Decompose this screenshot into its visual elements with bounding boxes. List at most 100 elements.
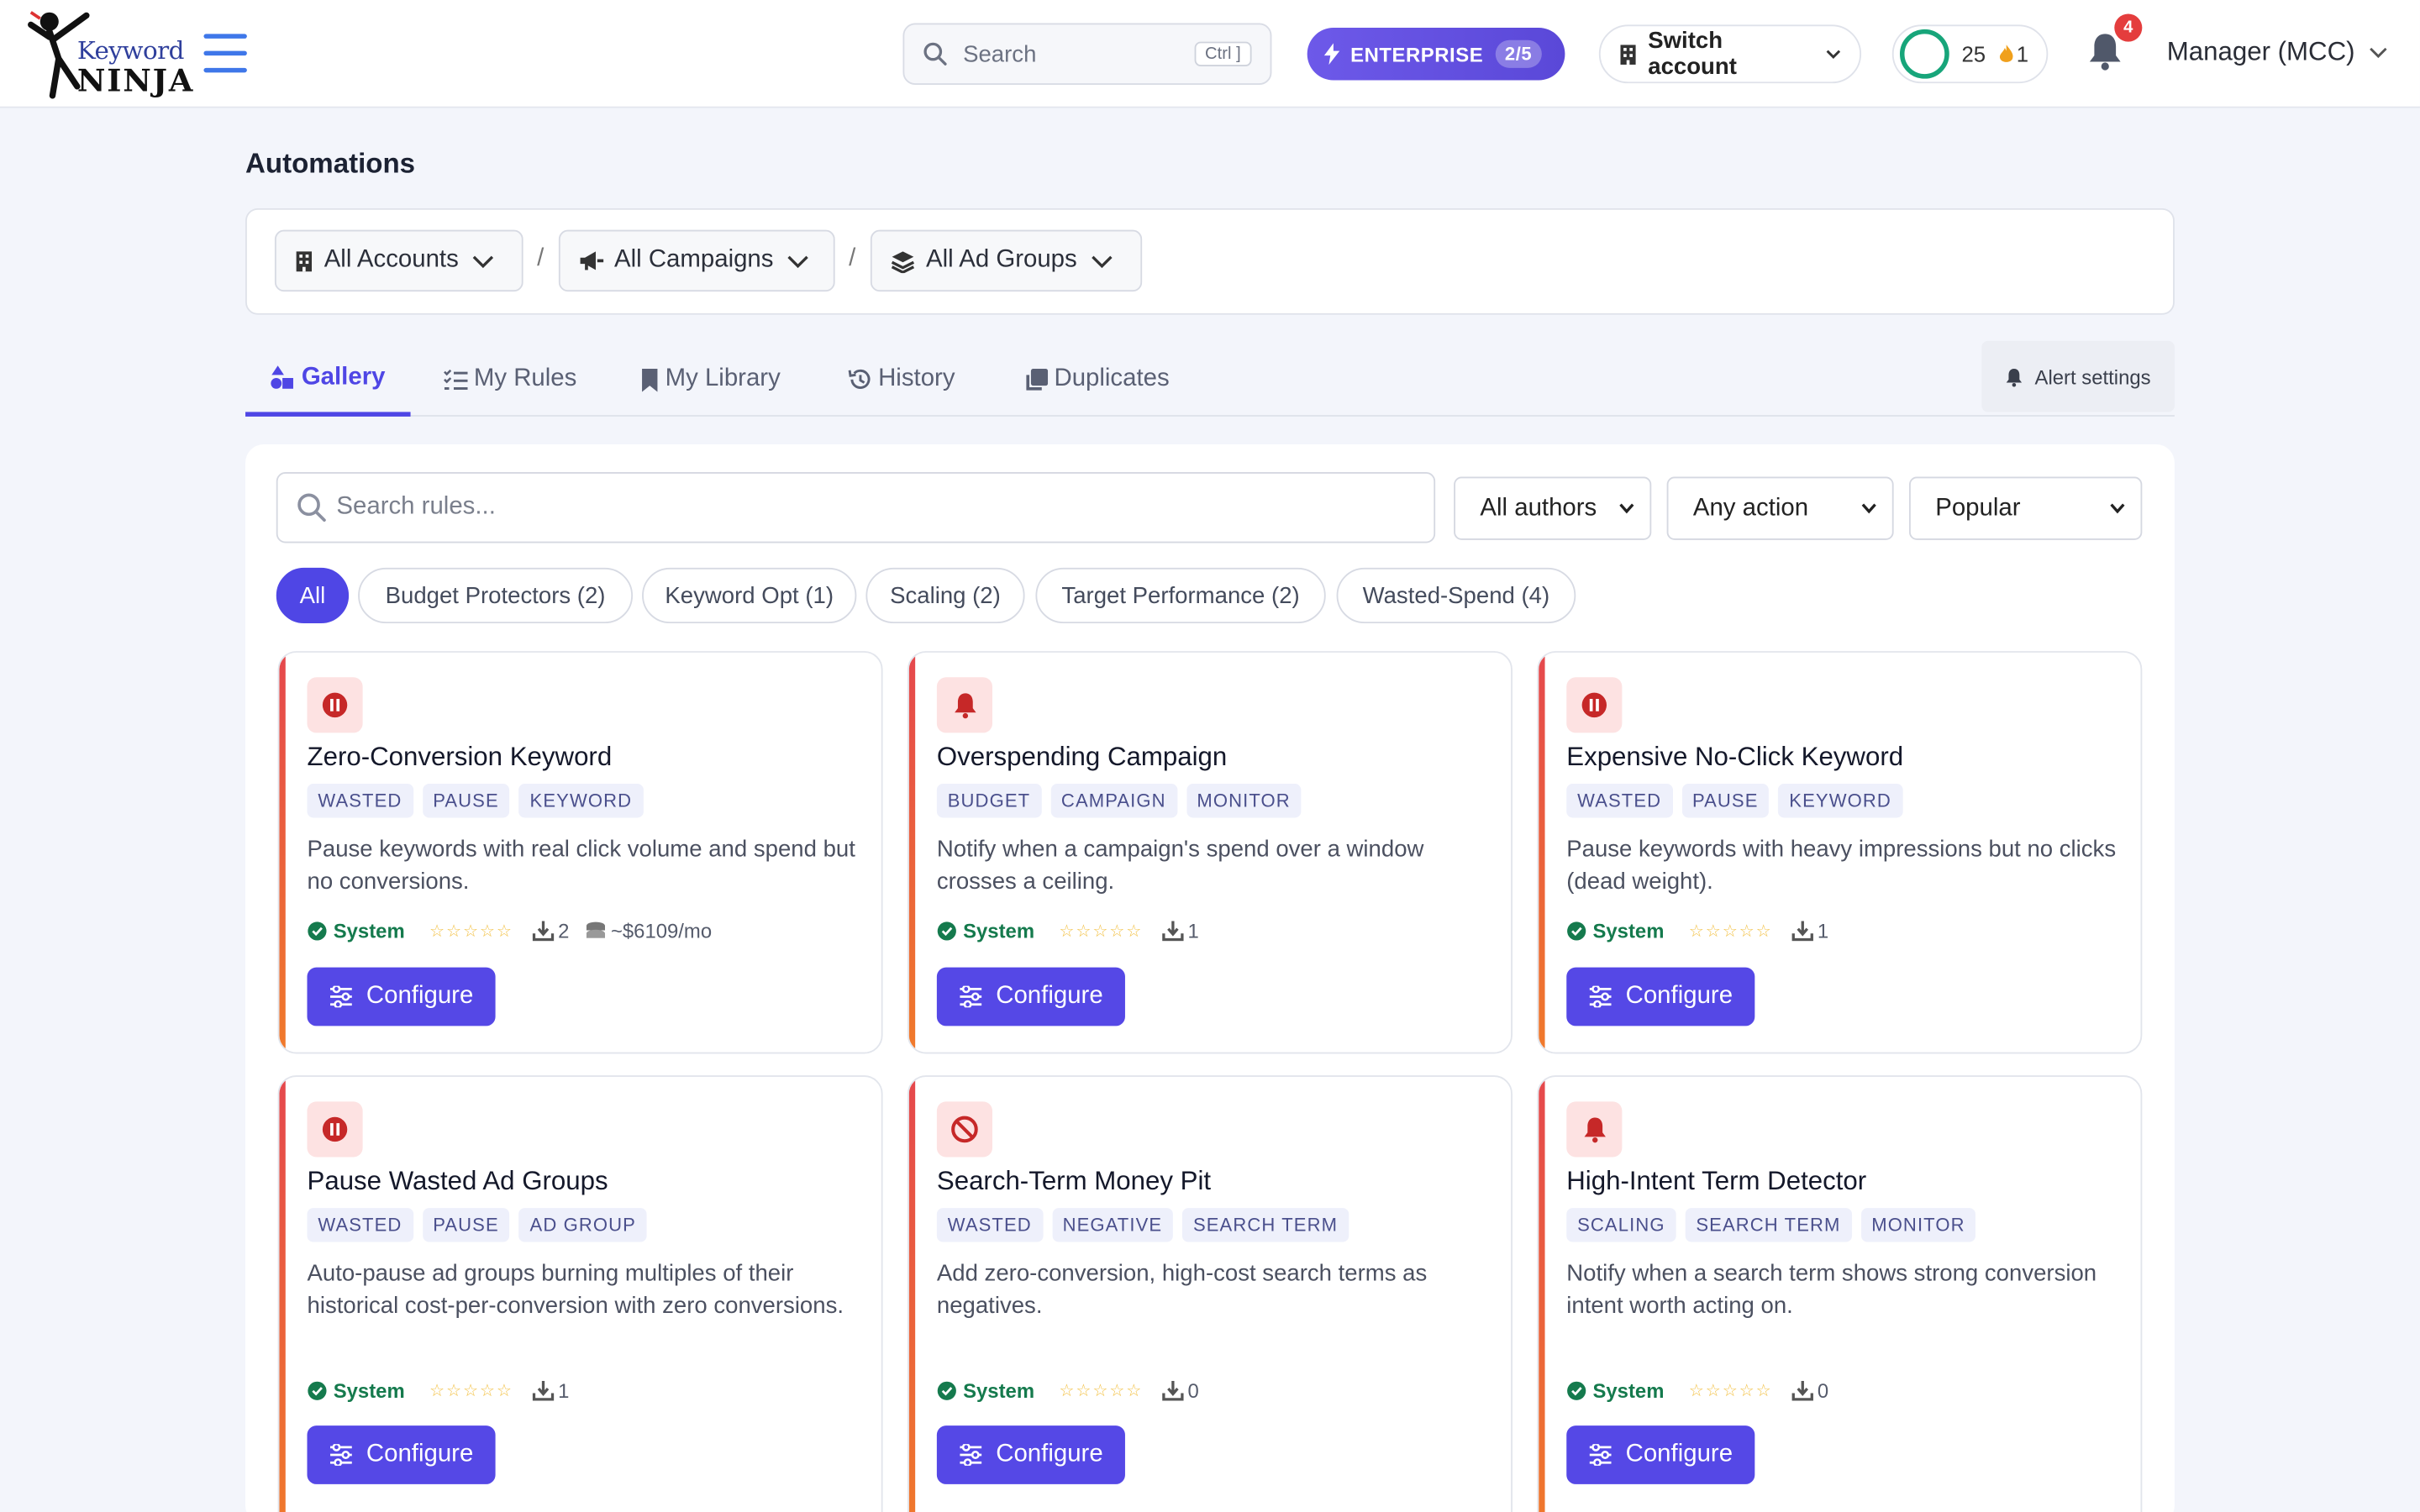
tab-my-rules[interactable]: My Rules <box>443 343 576 417</box>
configure-button[interactable]: Configure <box>1566 1425 1755 1484</box>
ad-groups-filter-button[interactable]: All Ad Groups <box>870 229 1143 292</box>
rule-title: Expensive No-Click Keyword <box>1566 742 1904 772</box>
category-chip-all[interactable]: All <box>276 567 350 624</box>
notifications-button[interactable]: 4 <box>2086 13 2143 77</box>
tab-history[interactable]: History <box>847 343 955 417</box>
global-search-input[interactable]: Search Ctrl ] <box>902 23 1272 86</box>
download-count: 2 <box>532 920 569 942</box>
rating-stars-icon[interactable]: ☆☆☆☆☆ <box>429 1381 513 1401</box>
gallery-panel: Search rules... All authors Any action P… <box>245 444 2175 1512</box>
tab-my-library[interactable]: My Library <box>640 343 781 417</box>
rule-tags: SCALING SEARCH TERM MONITOR <box>1566 1208 1976 1242</box>
sliders-icon <box>1590 985 1612 1008</box>
download-count-value: 1 <box>1187 919 1199 943</box>
plan-label: ENTERPRISE <box>1350 42 1484 66</box>
download-count: 1 <box>1791 920 1828 942</box>
category-chip-keyword-opt[interactable]: Keyword Opt (1) <box>642 567 857 624</box>
global-search-placeholder: Search <box>963 40 1037 67</box>
rule-title: Search-Term Money Pit <box>936 1166 1212 1196</box>
hamburger-bar <box>203 34 247 39</box>
category-chip-target-performance[interactable]: Target Performance (2) <box>1035 567 1326 624</box>
action-filter-select[interactable]: Any action <box>1666 476 1894 540</box>
chevron-down-icon <box>2369 47 2387 59</box>
menu-toggle-button[interactable] <box>203 34 247 74</box>
tab-duplicates[interactable]: Duplicates <box>1025 343 1170 417</box>
plan-badge-button[interactable]: ENTERPRISE 2/5 <box>1307 28 1565 81</box>
download-count-value: 0 <box>1817 1379 1829 1403</box>
category-chip-budget-protectors[interactable]: Budget Protectors (2) <box>358 567 634 624</box>
accounts-filter-label: All Accounts <box>324 246 459 274</box>
author-badge: System <box>937 920 1034 942</box>
hamburger-bar <box>203 50 247 56</box>
coins-icon <box>586 921 605 938</box>
author-badge: System <box>1566 1379 1664 1403</box>
rule-tag: PAUSE <box>1681 784 1770 818</box>
rating-stars-icon[interactable]: ☆☆☆☆☆ <box>1059 1381 1143 1401</box>
configure-button[interactable]: Configure <box>936 967 1125 1026</box>
lightning-icon <box>1323 43 1340 66</box>
card-accent-stripe <box>279 652 286 1053</box>
rule-search-placeholder: Search rules... <box>336 493 496 520</box>
brand-logo[interactable]: Keyword NINJA <box>24 6 192 102</box>
download-icon <box>532 921 554 942</box>
configure-button[interactable]: Configure <box>1566 967 1755 1026</box>
sort-select[interactable]: Popular <box>1908 476 2143 540</box>
tab-gallery[interactable]: Gallery <box>245 343 411 417</box>
category-chip-scaling[interactable]: Scaling (2) <box>865 567 1025 624</box>
configure-button[interactable]: Configure <box>307 1425 496 1484</box>
rule-tags: WASTED NEGATIVE SEARCH TERM <box>936 1208 1349 1242</box>
rule-title: Overspending Campaign <box>936 742 1228 772</box>
tab-label: My Library <box>665 365 781 392</box>
rule-tag: KEYWORD <box>518 784 644 818</box>
download-icon <box>1791 921 1813 942</box>
rule-card: High-Intent Term Detector SCALING SEARCH… <box>1537 1075 2143 1512</box>
action-filter-value: Any action <box>1692 494 1809 521</box>
sliders-icon <box>330 1444 353 1466</box>
check-circle-icon <box>937 1381 956 1400</box>
author-name: System <box>1592 919 1665 943</box>
rule-tag: PAUSE <box>422 1208 510 1242</box>
rule-meta: System ☆☆☆☆☆ 2 ~$6109/mo <box>308 919 712 943</box>
download-icon <box>1791 1380 1813 1401</box>
check-circle-icon <box>1567 921 1586 941</box>
layers-icon <box>891 250 915 273</box>
rule-tag: BUDGET <box>936 784 1042 818</box>
rating-stars-icon[interactable]: ☆☆☆☆☆ <box>1689 1381 1773 1401</box>
pause-icon <box>307 1101 363 1158</box>
chevron-down-icon <box>1826 50 1841 59</box>
rule-search-input[interactable]: Search rules... <box>276 472 1436 543</box>
rating-stars-icon[interactable]: ☆☆☆☆☆ <box>1059 921 1143 941</box>
rule-tag: SEARCH TERM <box>1685 1208 1852 1242</box>
configure-button[interactable]: Configure <box>307 967 496 1026</box>
author-name: System <box>963 1379 1035 1403</box>
rule-tag: NEGATIVE <box>1051 1208 1174 1242</box>
configure-button[interactable]: Configure <box>936 1425 1125 1484</box>
author-badge: System <box>308 919 405 943</box>
author-badge: System <box>308 1379 405 1403</box>
estimated-spend: ~$6109/mo <box>585 920 712 942</box>
configure-label: Configure <box>1625 1441 1733 1467</box>
progress-widget[interactable]: 25 1 <box>1891 24 2049 84</box>
campaigns-filter-button[interactable]: All Campaigns <box>558 229 835 292</box>
top-bar: Keyword NINJA Search Ctrl ] ENTERPRISE 2… <box>0 0 2420 108</box>
category-chip-wasted-spend[interactable]: Wasted-Spend (4) <box>1336 567 1576 624</box>
history-icon <box>848 369 871 389</box>
download-icon <box>1161 1380 1183 1401</box>
building-icon <box>296 250 313 271</box>
rule-card: Search-Term Money Pit WASTED NEGATIVE SE… <box>907 1075 1512 1512</box>
scope-filter-bar: All Accounts / All Campaigns / All Ad Gr… <box>245 207 2175 315</box>
building-icon <box>1620 44 1636 65</box>
megaphone-icon <box>580 251 604 270</box>
rating-stars-icon[interactable]: ☆☆☆☆☆ <box>429 921 513 941</box>
configure-label: Configure <box>996 982 1103 1010</box>
account-menu-button[interactable]: Manager (MCC) <box>2167 37 2387 68</box>
rating-stars-icon[interactable]: ☆☆☆☆☆ <box>1689 921 1773 941</box>
alert-settings-button[interactable]: Alert settings <box>1981 340 2175 412</box>
chevron-down-icon <box>472 255 494 268</box>
accounts-filter-button[interactable]: All Accounts <box>274 229 523 292</box>
author-name: System <box>333 919 405 943</box>
switch-account-button[interactable]: Switch account <box>1598 24 1862 84</box>
bell-icon <box>936 677 992 733</box>
shapes-icon <box>271 365 294 389</box>
author-filter-select[interactable]: All authors <box>1454 476 1652 540</box>
